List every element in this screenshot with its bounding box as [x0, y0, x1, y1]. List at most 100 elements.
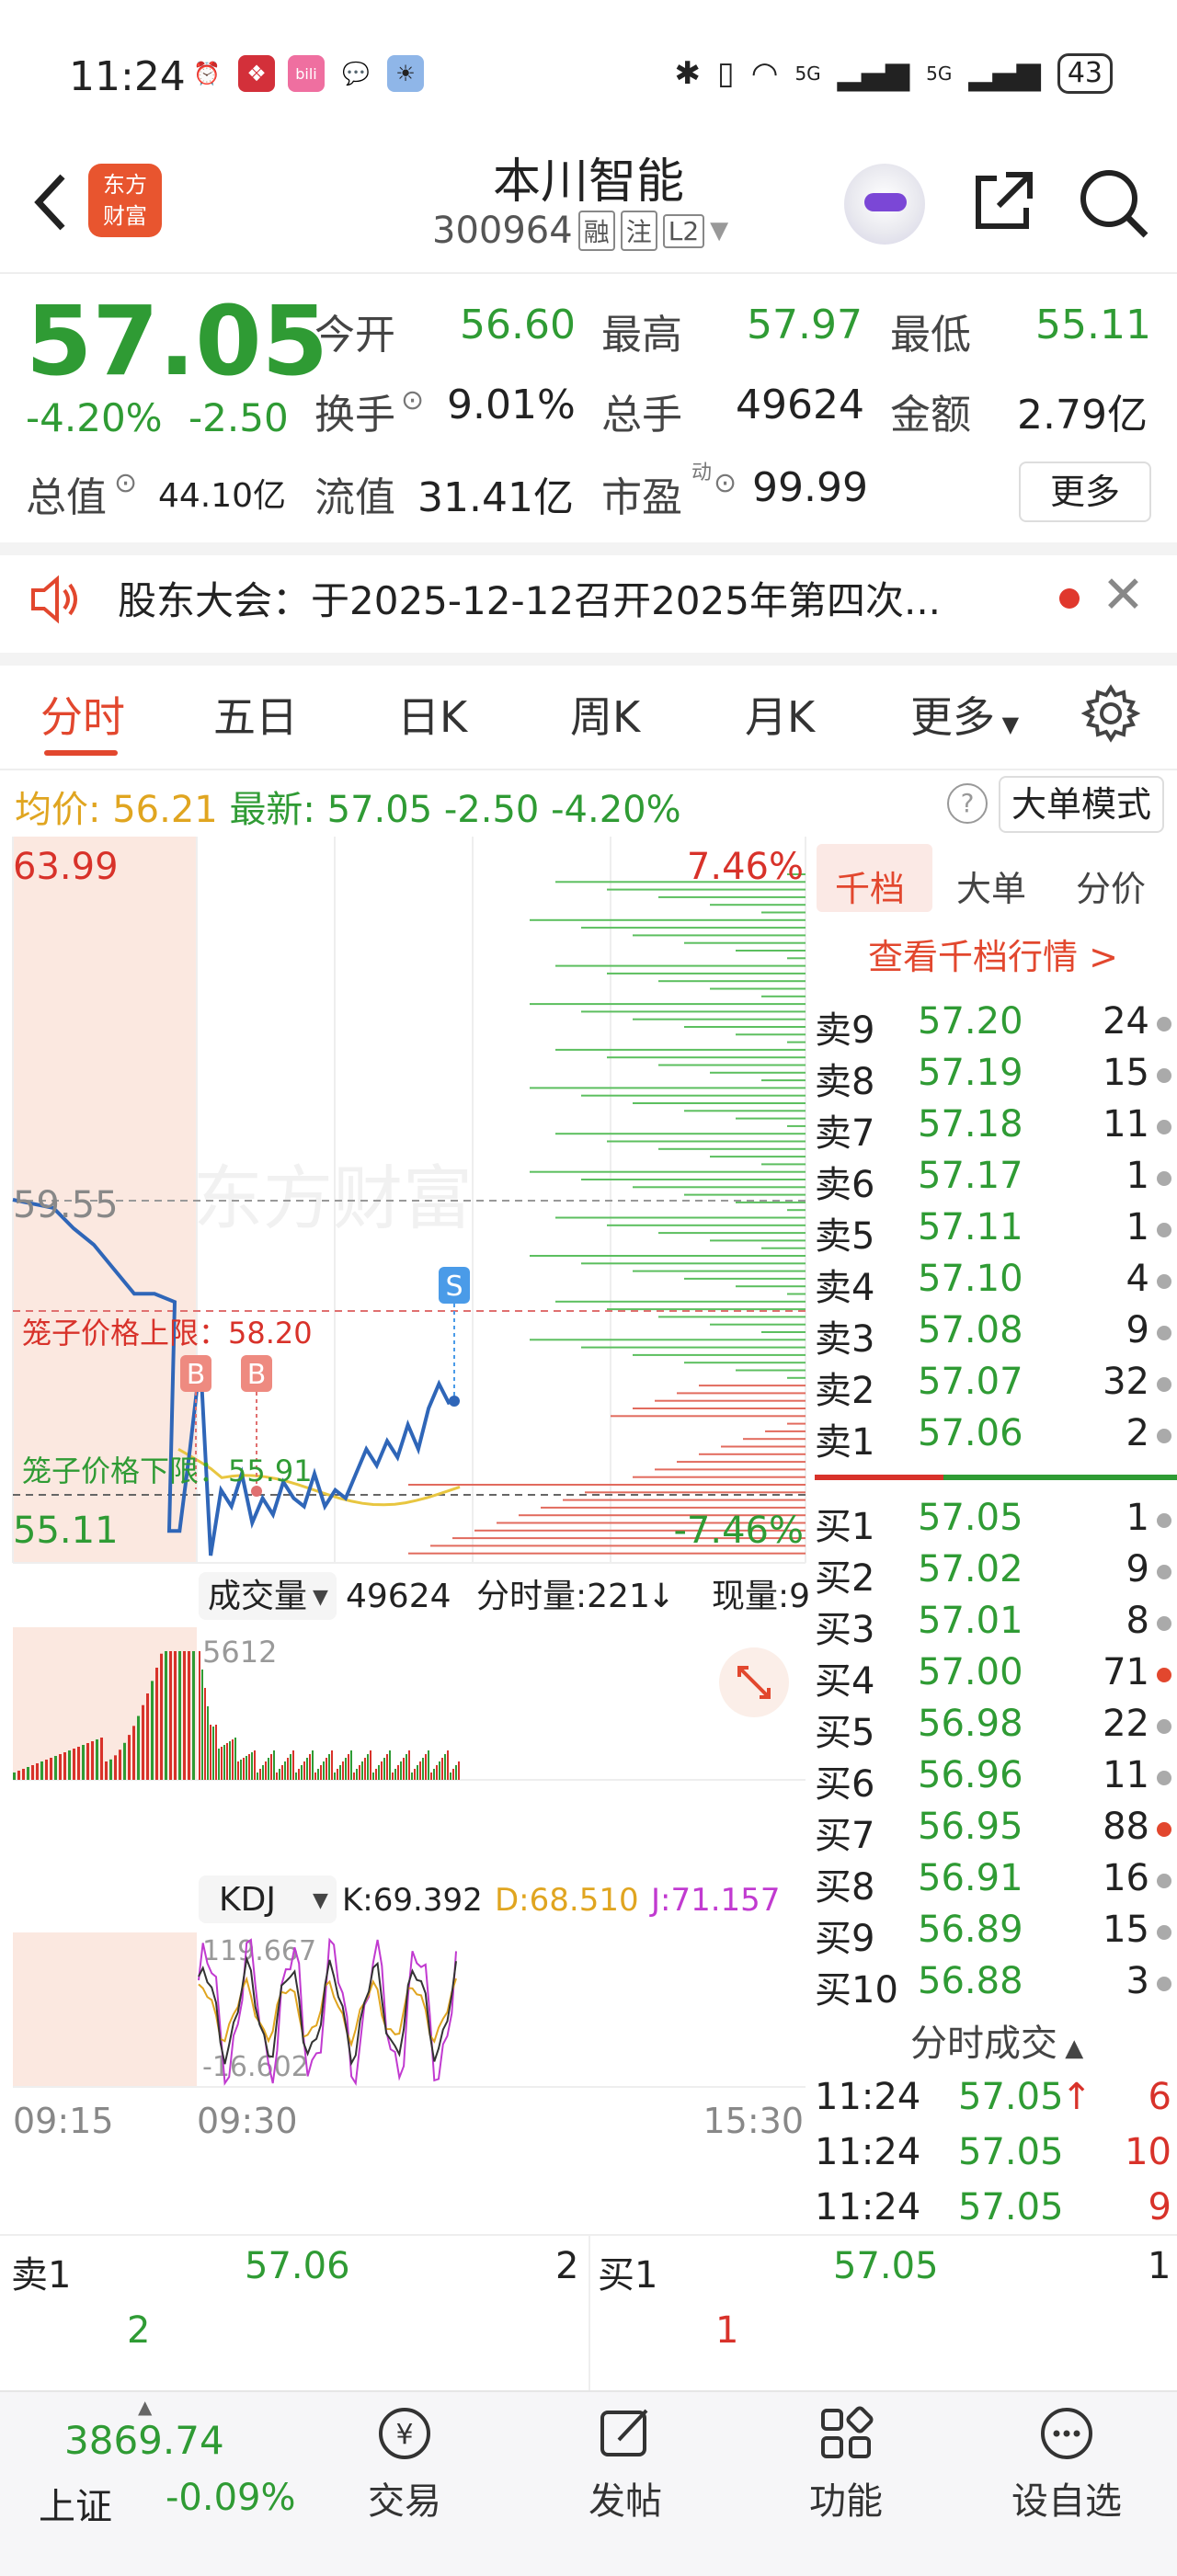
book-tab-price-dist[interactable]: 分价 — [1076, 861, 1146, 911]
bid-price: 57.05 — [918, 1497, 1023, 1539]
big-order-mode-button[interactable]: 大单模式 — [999, 776, 1164, 833]
volume-bar — [406, 1754, 407, 1780]
depth-bar — [787, 1041, 806, 1043]
tab-daily-k[interactable]: 日K — [397, 684, 467, 745]
depth-bar — [736, 1033, 806, 1036]
volume-bar — [452, 1769, 454, 1780]
volume-bar — [312, 1750, 314, 1780]
volume-bar — [447, 1750, 449, 1780]
up-arrow-icon: ↑ — [1061, 2076, 1092, 2118]
book-tab-big-orders[interactable]: 大单 — [956, 861, 1026, 911]
info-dots-icon-2[interactable]: ⊙ — [114, 467, 137, 499]
bid-row[interactable]: 买6 56.96 11 — [815, 1754, 1175, 1806]
stock-code-row[interactable]: 300964 融 注 L2 ▼ — [432, 210, 728, 252]
sell-marker[interactable]: S — [439, 1267, 470, 1304]
depth-bar — [633, 1270, 806, 1272]
qty-dot — [1157, 1274, 1171, 1289]
volume-bar — [77, 1747, 80, 1780]
divider — [0, 272, 1177, 274]
tab-intraday[interactable]: 分时 — [40, 684, 125, 745]
depth-bar — [530, 1003, 806, 1006]
bid-row[interactable]: 买10 56.88 3 — [815, 1960, 1175, 2012]
volume-bar — [334, 1772, 336, 1780]
ask-qty: 9 — [1126, 1309, 1149, 1351]
qty-dot — [1157, 1171, 1171, 1186]
info-dots-icon-3[interactable]: ⊙ — [714, 467, 737, 499]
close-icon[interactable]: ✕ — [1102, 565, 1145, 625]
tab-weekly-k[interactable]: 周K — [570, 684, 640, 745]
bid-row[interactable]: 买3 57.01 8 — [815, 1600, 1175, 1651]
signal-icon-2: ▂▄▆ — [968, 55, 1041, 92]
more-button[interactable]: 更多 — [1019, 462, 1151, 522]
volume-bar — [428, 1750, 429, 1780]
gear-icon[interactable] — [1080, 684, 1141, 743]
nav-trade[interactable]: ¥ 交易 — [331, 2401, 478, 2525]
depth-bar — [655, 1399, 806, 1402]
bluetooth-icon: ✱ — [674, 55, 702, 92]
volume-bar — [119, 1750, 121, 1780]
pre-market-shade-kdj — [13, 1932, 197, 2087]
latest-value: 57.05 — [326, 789, 433, 831]
volume-bar — [229, 1741, 231, 1780]
bid-qty: 3 — [1126, 1960, 1149, 2002]
ask-row[interactable]: 卖9 57.20 24 — [815, 1000, 1175, 1052]
ask-row[interactable]: 卖6 57.17 1 — [815, 1155, 1175, 1206]
ask-row[interactable]: 卖4 57.10 4 — [815, 1258, 1175, 1309]
volume-bar — [273, 1750, 275, 1780]
tab-more[interactable]: 更多 ▼ — [910, 684, 1019, 745]
search-icon[interactable] — [1074, 164, 1151, 241]
bid-row[interactable]: 买1 57.05 1 — [815, 1497, 1175, 1548]
status-indicators: ✱ ▯ ◠ 5G ▂▄▆ 5G ▂▄▆ 43 — [675, 53, 1113, 94]
ask-qty: 15 — [1103, 1052, 1149, 1094]
tab-five-day[interactable]: 五日 — [213, 684, 298, 745]
depth-bar — [555, 964, 806, 967]
ask-qty: 1 — [1126, 1206, 1149, 1248]
depth-bar — [555, 1133, 806, 1135]
bid-row[interactable]: 买8 56.91 16 — [815, 1857, 1175, 1909]
book-tab-qiandang[interactable]: 千档 — [835, 861, 905, 911]
nav-add-watchlist[interactable]: 设自选 — [993, 2401, 1140, 2525]
buy-marker-1[interactable]: B — [180, 1355, 211, 1392]
ask-row[interactable]: 卖3 57.08 9 — [815, 1309, 1175, 1361]
bid-row[interactable]: 买2 57.02 9 — [815, 1548, 1175, 1600]
best-bid-label: 买1 — [598, 2254, 658, 2297]
index-value[interactable]: 3869.74 — [64, 2418, 224, 2463]
ask-row[interactable]: 卖8 57.19 15 — [815, 1052, 1175, 1103]
help-icon[interactable]: ? — [947, 783, 988, 824]
index-name[interactable]: 上证 — [39, 2477, 112, 2530]
status-time: 11:24 — [69, 53, 186, 100]
depth-bar — [677, 1461, 806, 1464]
info-dots-icon[interactable]: ⊙ — [401, 384, 424, 416]
bid-qty: 22 — [1103, 1703, 1149, 1745]
notice-text[interactable]: 股东大会：于2025-12-12召开2025年第四次... — [118, 570, 941, 626]
intraday-chart[interactable]: 东方财富 B B S 63.99 59.55 55.11 7.46% -7.46… — [0, 837, 809, 2234]
volume-max-label: 5612 — [202, 1635, 277, 1670]
volume-bar — [183, 1651, 186, 1780]
bid-row[interactable]: 买7 56.95 88 — [815, 1806, 1175, 1857]
ask-row[interactable]: 卖1 57.06 2 — [815, 1412, 1175, 1464]
nav-post[interactable]: 发帖 — [552, 2401, 699, 2525]
pe-dynamic-sup: 动 — [691, 462, 713, 484]
ask-row[interactable]: 卖7 57.18 11 — [815, 1103, 1175, 1155]
bid-row[interactable]: 买4 57.00 71 — [815, 1651, 1175, 1703]
x-tick-start: 09:15 — [13, 2101, 114, 2141]
volume-bar — [91, 1741, 94, 1780]
index-change[interactable]: -0.09% — [166, 2477, 296, 2519]
buy-marker-2[interactable]: B — [241, 1355, 272, 1392]
nav-post-label: 发帖 — [588, 2480, 662, 2523]
ticks-header[interactable]: 分时成交 ▲ — [910, 2013, 1083, 2067]
depth-bar — [607, 1224, 806, 1226]
nav-functions[interactable]: 功能 — [772, 2401, 920, 2525]
bid-level: 买1 — [815, 1506, 875, 1548]
view-qiandang-link[interactable]: 查看千档行情 > — [868, 929, 1118, 979]
ask-row[interactable]: 卖2 57.07 32 — [815, 1361, 1175, 1412]
ask-row[interactable]: 卖5 57.11 1 — [815, 1206, 1175, 1258]
bid-row[interactable]: 买9 56.89 15 — [815, 1909, 1175, 1960]
depth-bar — [684, 1277, 806, 1280]
share-icon[interactable] — [966, 165, 1039, 239]
bid-row[interactable]: 买5 56.98 22 — [815, 1703, 1175, 1754]
depth-bar — [555, 1216, 806, 1219]
volume-bar — [223, 1745, 225, 1780]
tab-monthly-k[interactable]: 月K — [745, 684, 815, 745]
volume-bar — [123, 1742, 126, 1780]
